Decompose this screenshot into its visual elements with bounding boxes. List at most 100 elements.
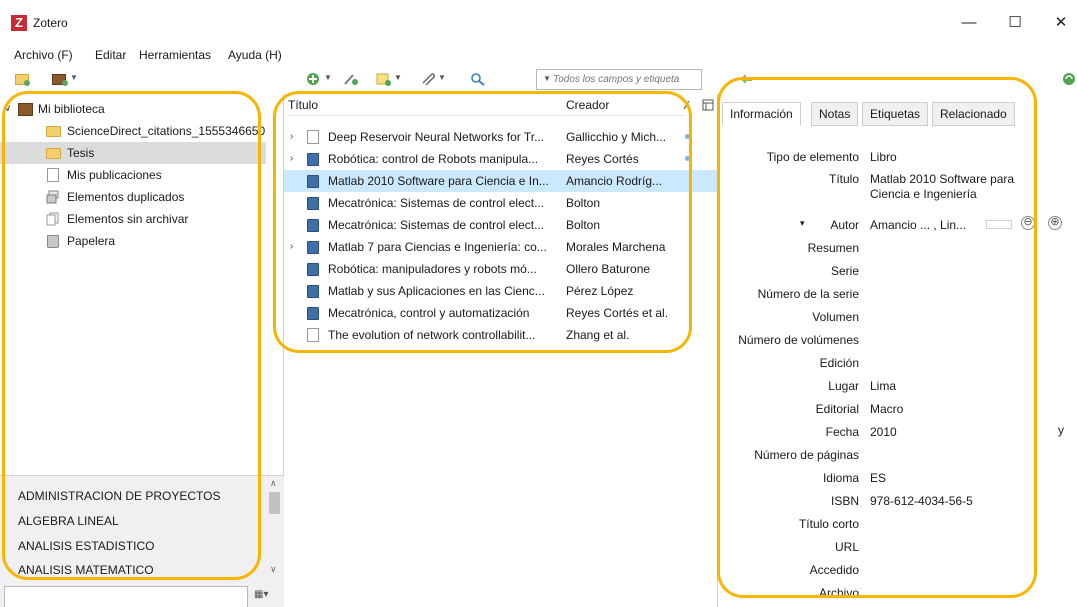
search-box[interactable]: ▼ [536,69,702,90]
folder-icon [46,148,61,159]
table-row[interactable]: Matlab 2010 Software para Ciencia e In..… [284,170,718,192]
menu-archivo[interactable]: Archivo (F) [14,48,73,62]
expand-twisty-icon[interactable]: › [290,236,293,258]
table-row[interactable]: The evolution of network controllabilit.… [284,324,718,346]
item-title: Deep Reservoir Neural Networks for Tr... [328,130,545,144]
creator-mode-switch[interactable] [986,220,1012,229]
add-attachment-dropdown-icon[interactable]: ▼ [438,73,446,82]
field-value-idioma[interactable]: ES [870,471,886,485]
expand-twisty-icon[interactable]: › [290,148,293,170]
field-label-titulo: Título [828,172,859,186]
tree-item-sciencedirect[interactable]: ScienceDirect_citations_1555346650... [0,120,266,142]
tag-item[interactable]: ADMINISTRACION DE PROYECTOS [18,489,220,503]
field-value-fecha[interactable]: 2010 [870,425,897,439]
field-value-titulo[interactable]: Matlab 2010 Software para Ciencia e Inge… [870,172,1040,202]
item-title: Robótica: manipuladores y robots mó... [328,262,537,276]
field-value-editorial[interactable]: Macro [870,402,903,416]
duplicates-icon [46,190,59,204]
tab-etiquetas[interactable]: Etiquetas [862,102,929,126]
minimize-button[interactable]: — [949,10,989,36]
field-label-numero-volumenes: Número de volúmenes [738,333,859,347]
new-note-dropdown-icon[interactable]: ▼ [394,73,402,82]
field-label-accedido: Accedido [809,563,859,577]
tag-item[interactable]: ALGEBRA LINEAL [18,514,119,528]
tree-item-library[interactable]: ∨ Mi biblioteca [0,98,266,120]
column-picker-icon[interactable] [702,99,714,111]
item-pane: Información Notas Etiquetas Relacionado … [718,94,1077,607]
new-collection-icon[interactable] [15,72,31,86]
attachment-column-icon[interactable] [682,99,692,111]
new-library-dropdown-icon[interactable]: ▼ [70,73,78,82]
add-attachment-icon[interactable] [420,72,436,86]
field-label-editorial: Editorial [815,402,859,416]
new-item-dropdown-icon[interactable]: ▼ [324,73,332,82]
add-creator-icon[interactable]: ⊕ [1048,216,1062,230]
table-row[interactable]: › Matlab 7 para Ciencias e Ingeniería: c… [284,236,718,258]
tree-item-label: Papelera [67,234,116,248]
expand-twisty-icon[interactable]: › [290,126,293,148]
new-item-icon[interactable] [306,72,322,86]
field-value-tipo[interactable]: Libro [870,150,897,164]
creator-toggle-icon[interactable]: ▾ [800,218,805,229]
tab-notas[interactable]: Notas [811,102,859,126]
tag-filter-input[interactable] [4,586,248,607]
column-header-creator[interactable]: Creador [566,94,684,116]
sync-icon[interactable] [1062,72,1077,86]
table-row[interactable]: Matlab y sus Aplicaciones en las Cienc..… [284,280,718,302]
item-title: Robótica: control de Robots manipula... [328,152,539,166]
back-arrow-icon[interactable] [738,72,754,86]
table-row[interactable]: Mecatrónica: Sistemas de control elect..… [284,214,718,236]
search-mode-dropdown-icon[interactable]: ▼ [543,74,551,83]
menu-ayuda[interactable]: Ayuda (H) [228,48,282,62]
attachment-dot-icon [685,134,690,139]
tag-item[interactable]: ANALISIS ESTADISTICO [18,539,154,553]
tag-selector: ADMINISTRACION DE PROYECTOS ALGEBRA LINE… [0,475,284,607]
close-button[interactable]: ✕ [1041,10,1077,36]
item-title: The evolution of network controllabilit.… [328,328,536,342]
field-value-lugar[interactable]: Lima [870,379,896,393]
menu-editar[interactable]: Editar [95,48,126,62]
book-icon [307,241,319,254]
tag-scrollbar[interactable]: ∧ ∨ [266,476,283,580]
new-library-icon[interactable] [52,72,68,86]
tree-item-papelera[interactable]: Papelera [0,230,266,252]
title-bar: Z Zotero — ☐ ✕ [0,0,1077,44]
tag-actions-menu-icon[interactable]: ▦▾ [254,589,278,605]
tree-item-label: Elementos duplicados [67,190,185,204]
field-value-isbn[interactable]: 978-612-4034-56-5 [870,494,973,508]
document-icon [307,130,319,144]
date-format-hint: y [1058,423,1064,437]
column-header-title[interactable]: Título [288,94,564,116]
search-input[interactable] [553,72,699,87]
menu-herramientas[interactable]: Herramientas [139,48,211,62]
scrollbar-thumb[interactable] [269,492,280,514]
new-note-icon[interactable] [376,72,392,86]
item-title: Matlab 7 para Ciencias e Ingeniería: co.… [328,240,547,254]
tab-informacion[interactable]: Información [722,102,801,126]
field-label-archivo: Archivo [818,586,859,600]
table-row[interactable]: › Deep Reservoir Neural Networks for Tr.… [284,126,718,148]
table-row[interactable]: Mecatrónica, control y automatización Re… [284,302,718,324]
advanced-search-icon[interactable] [470,72,486,86]
tree-item-mis-publicaciones[interactable]: Mis publicaciones [0,164,266,186]
field-value-autor[interactable]: Amancio ... , Lin... [870,218,966,232]
tree-item-tesis[interactable]: Tesis [0,142,266,164]
tree-item-sin-archivar[interactable]: Elementos sin archivar [0,208,266,230]
scroll-up-icon[interactable]: ∧ [270,478,277,489]
table-row[interactable]: Mecatrónica: Sistemas de control elect..… [284,192,718,214]
table-row[interactable]: Robótica: manipuladores y robots mó... O… [284,258,718,280]
add-by-identifier-icon[interactable] [343,72,359,86]
scroll-down-icon[interactable]: ∨ [270,564,277,575]
collapse-twisty-icon[interactable]: ∨ [4,98,11,120]
items-pane: Título Creador › Deep Reservoir Neural N… [284,94,718,607]
tab-relacionado[interactable]: Relacionado [932,102,1015,126]
item-creator: Morales Marchena [566,240,666,254]
tag-item[interactable]: ANALISIS MATEMATICO [18,563,154,577]
tree-item-duplicados[interactable]: Elementos duplicados [0,186,266,208]
table-row[interactable]: › Robótica: control de Robots manipula..… [284,148,718,170]
item-creator: Zhang et al. [566,328,630,342]
window-title: Zotero [33,16,68,30]
maximize-button[interactable]: ☐ [995,10,1035,36]
remove-creator-icon[interactable]: ⊖ [1021,216,1035,230]
field-label-resumen: Resumen [807,241,859,255]
